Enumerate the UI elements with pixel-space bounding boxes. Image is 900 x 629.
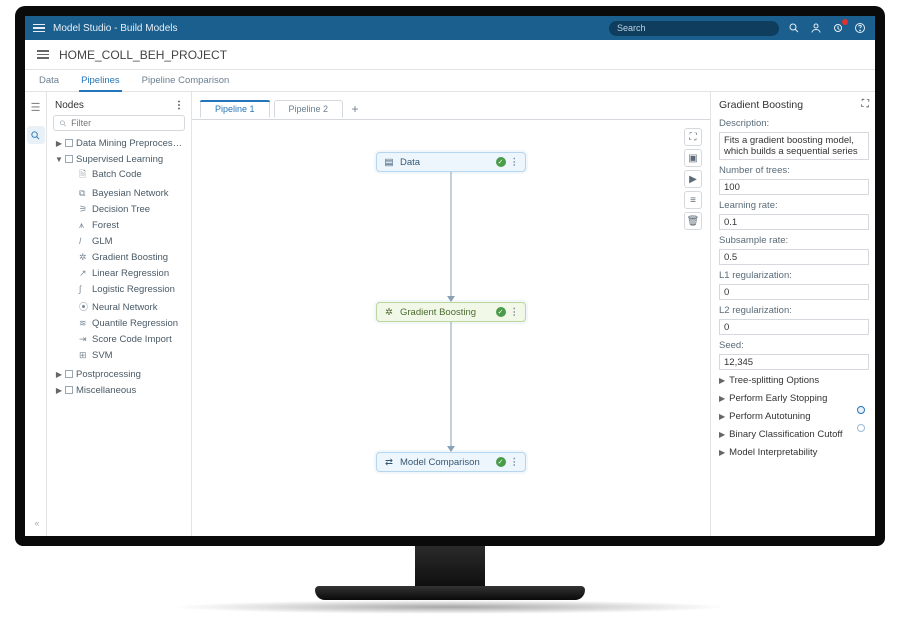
notifications-icon[interactable] — [831, 21, 845, 35]
tab-pipeline-comparison[interactable]: Pipeline Comparison — [140, 71, 232, 91]
pipeline-tabs: Pipeline 1 Pipeline 2 + — [192, 98, 710, 120]
project-list-icon[interactable] — [37, 50, 49, 59]
main-tabs: Data Pipelines Pipeline Comparison — [25, 70, 875, 92]
rail-search-icon[interactable] — [27, 126, 45, 144]
node-svm[interactable]: ⊞SVM — [77, 348, 185, 364]
project-header: HOME_COLL_BEH_PROJECT — [25, 40, 875, 70]
l2-reg-label: L2 regularization: — [719, 305, 869, 316]
nodes-panel-menu-icon[interactable]: ⋮ — [174, 100, 183, 111]
num-trees-field[interactable]: 100 — [719, 179, 869, 195]
l2-reg-field[interactable]: 0 — [719, 319, 869, 335]
seed-label: Seed: — [719, 340, 869, 351]
l1-reg-label: L1 regularization: — [719, 270, 869, 281]
collapse-left-icon[interactable]: « — [34, 518, 36, 528]
project-name: HOME_COLL_BEH_PROJECT — [59, 48, 227, 62]
search-icon[interactable] — [787, 21, 801, 35]
expand-properties-icon[interactable]: ⛶ — [862, 98, 869, 111]
stop-icon[interactable]: ≡ — [684, 191, 702, 209]
help-icon[interactable] — [853, 21, 867, 35]
search-placeholder: Search — [617, 23, 646, 33]
left-rail: ☰ « — [25, 92, 47, 536]
user-icon[interactable] — [809, 21, 823, 35]
filter-search-icon — [59, 119, 67, 128]
rail-nodes-icon[interactable]: ☰ — [27, 98, 45, 116]
expand-icon[interactable]: ⛶ — [684, 128, 702, 146]
pipeline-area: Pipeline 1 Pipeline 2 + ⛶ ▣ ▶ ≡ 🗑 ▤ Data… — [192, 92, 710, 536]
group-preprocessing[interactable]: ▶Data Mining Preprocessing — [53, 135, 185, 151]
l1-reg-field[interactable]: 0 — [719, 284, 869, 300]
node-quantile-regression[interactable]: ≋Quantile Regression — [77, 316, 185, 332]
description-label: Description: — [719, 118, 869, 129]
accordion-tree-splitting[interactable]: ▶Tree-splitting Options — [719, 373, 869, 388]
main-menu-icon[interactable] — [33, 24, 45, 33]
flow-node-gradient-boosting[interactable]: ✲ Gradient Boosting ✓ ⋮ — [376, 302, 526, 322]
app-title: Model Studio - Build Models — [53, 23, 178, 34]
flow-node-model-comparison[interactable]: ⇄ Model Comparison ✓ ⋮ — [376, 452, 526, 472]
pipeline-tab-2[interactable]: Pipeline 2 — [274, 100, 344, 118]
pipeline-canvas[interactable]: ⛶ ▣ ▶ ≡ 🗑 ▤ Data ✓ ⋮ ✲ Gradient Bo — [192, 119, 710, 536]
status-success-icon: ✓ — [496, 457, 506, 467]
num-trees-label: Number of trees: — [719, 165, 869, 176]
node-score-code-import[interactable]: ⇥Score Code Import — [77, 332, 185, 348]
nodes-filter[interactable] — [53, 115, 185, 131]
nodes-panel-title: Nodes — [55, 100, 84, 111]
subsample-rate-label: Subsample rate: — [719, 235, 869, 246]
node-glm[interactable]: 𝑙GLM — [77, 234, 185, 250]
tab-data[interactable]: Data — [37, 71, 61, 91]
node-logistic-regression[interactable]: ∫Logistic Regression — [77, 282, 185, 298]
properties-title: Gradient Boosting — [719, 99, 803, 111]
pipeline-tab-1[interactable]: Pipeline 1 — [200, 100, 270, 118]
node-neural-network[interactable]: ⦿Neural Network — [77, 298, 185, 316]
global-search[interactable]: Search — [609, 21, 779, 36]
delete-icon[interactable]: 🗑 — [684, 212, 702, 230]
node-menu-icon[interactable]: ⋮ — [510, 457, 520, 468]
status-success-icon: ✓ — [496, 307, 506, 317]
group-postprocessing[interactable]: ▶Postprocessing — [53, 366, 185, 382]
node-bayesian-network[interactable]: ⧉Bayesian Network — [77, 186, 185, 202]
learning-rate-field[interactable]: 0.1 — [719, 214, 869, 230]
group-supervised[interactable]: ▼Supervised Learning 🗎Batch Code ⧉Bayesi… — [53, 151, 185, 366]
run-icon[interactable]: ▶ — [684, 170, 702, 188]
properties-panel: Gradient Boosting ⛶ Description: Fits a … — [710, 92, 875, 536]
node-gradient-boosting[interactable]: ✲Gradient Boosting — [77, 250, 185, 266]
gradient-boosting-node-icon: ✲ — [383, 307, 395, 318]
group-miscellaneous[interactable]: ▶Miscellaneous — [53, 382, 185, 398]
add-pipeline-button[interactable]: + — [347, 101, 363, 117]
seed-field[interactable]: 12,345 — [719, 354, 869, 370]
data-node-icon: ▤ — [383, 157, 395, 168]
canvas-toolbar: ⛶ ▣ ▶ ≡ 🗑 — [684, 128, 702, 230]
description-field[interactable]: Fits a gradient boosting model, which bu… — [719, 132, 869, 160]
model-comparison-node-icon: ⇄ — [383, 457, 395, 468]
app-titlebar: Model Studio - Build Models Search — [25, 16, 875, 40]
flow-node-data[interactable]: ▤ Data ✓ ⋮ — [376, 152, 526, 172]
connector-2 — [451, 322, 452, 446]
node-linear-regression[interactable]: ↗Linear Regression — [77, 266, 185, 282]
learning-rate-label: Learning rate: — [719, 200, 869, 211]
accordion-early-stopping[interactable]: ▶Perform Early Stopping — [719, 391, 869, 406]
nodes-panel: Nodes ⋮ ▶Data Mining Preprocessing ▼Supe… — [47, 92, 192, 536]
connector-1 — [451, 172, 452, 296]
node-menu-icon[interactable]: ⋮ — [510, 307, 520, 318]
tab-pipelines[interactable]: Pipelines — [79, 71, 122, 91]
node-batch-code[interactable]: 🗎Batch Code — [77, 165, 185, 186]
node-decision-tree[interactable]: ⚞Decision Tree — [77, 202, 185, 218]
accordion-binary-cutoff[interactable]: ▶Binary Classification Cutoff — [719, 427, 869, 442]
node-forest[interactable]: ⩚Forest — [77, 218, 185, 234]
nodes-tree: ▶Data Mining Preprocessing ▼Supervised L… — [53, 135, 185, 398]
status-success-icon: ✓ — [496, 157, 506, 167]
node-menu-icon[interactable]: ⋮ — [510, 157, 520, 168]
layout-icon[interactable]: ▣ — [684, 149, 702, 167]
nodes-filter-input[interactable] — [71, 118, 179, 128]
subsample-rate-field[interactable]: 0.5 — [719, 249, 869, 265]
accordion-autotuning[interactable]: ▶Perform Autotuning — [719, 409, 869, 424]
accordion-interpretability[interactable]: ▶Model Interpretability — [719, 445, 869, 460]
